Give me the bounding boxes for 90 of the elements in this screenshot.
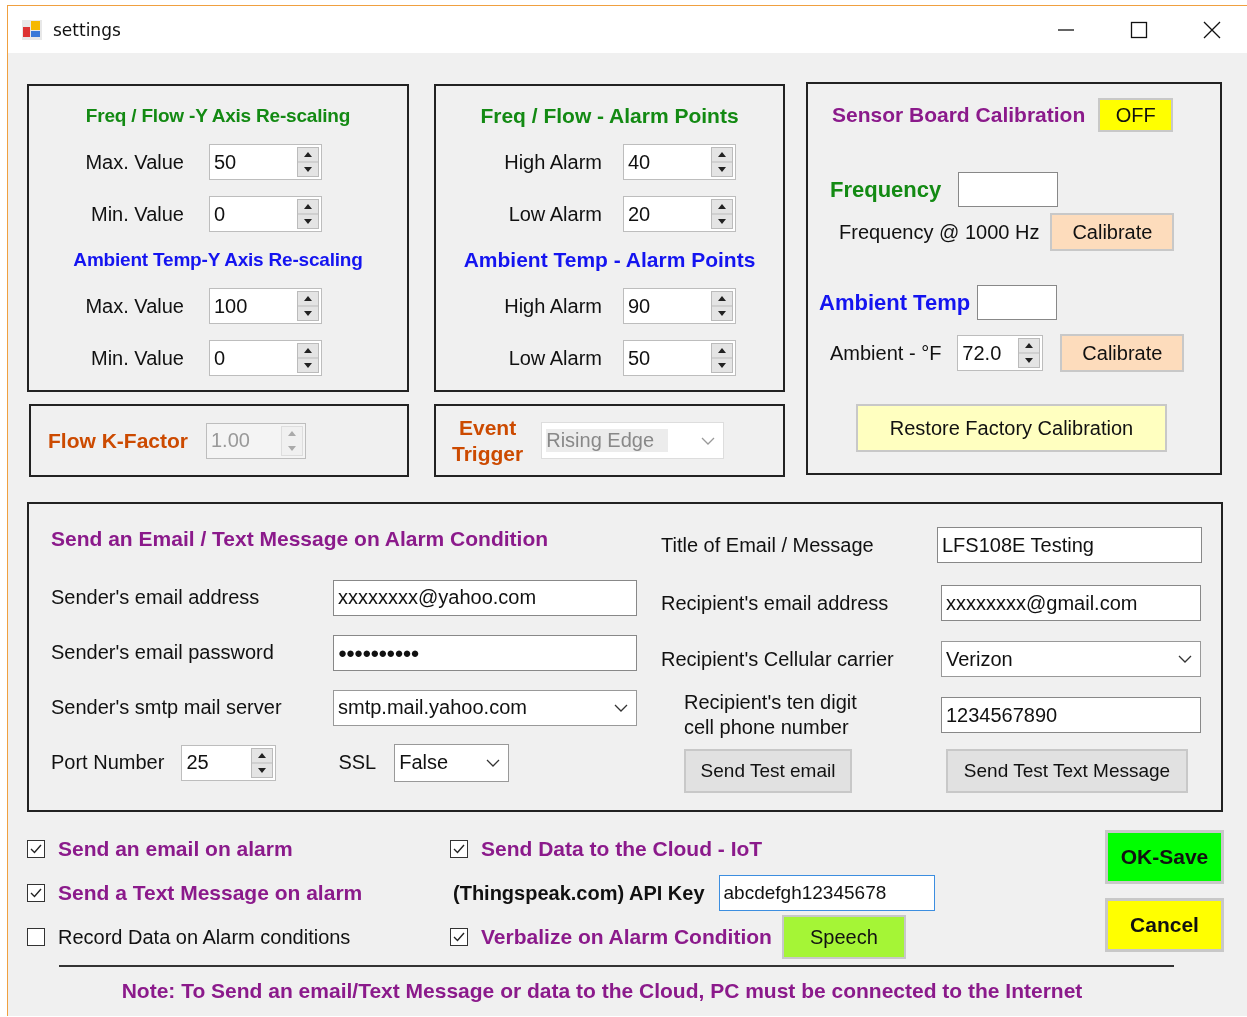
dropdown[interactable]: Verizon [941, 641, 1201, 677]
password-field[interactable]: ●●●●●●●●●● [333, 634, 637, 671]
input-field[interactable]: 1234567890 [941, 697, 1201, 733]
calibrate-button[interactable]: Calibrate [1050, 213, 1175, 251]
field-label: Max. Value [84, 294, 184, 318]
field-label: Recipient's ten digit cell phone number [683, 690, 858, 740]
checkbox[interactable] [450, 928, 468, 946]
chevron-down-icon [614, 703, 628, 712]
chevron-down-icon [1178, 655, 1192, 663]
spin-box[interactable]: 20 [623, 196, 736, 232]
spinner-arrows-icon [297, 343, 319, 373]
ambient-field[interactable] [977, 285, 1058, 320]
checkbox-label: Send a Text Message on alarm [58, 881, 363, 905]
input-field[interactable]: xxxxxxxx@yahoo.com [333, 579, 637, 616]
section-heading: Freq / Flow -Y Axis Re-scaling [84, 104, 352, 128]
toggle-button[interactable]: OFF [1098, 98, 1174, 132]
frequency-heading: Frequency [830, 176, 942, 203]
action-button[interactable]: Cancel [1105, 898, 1224, 952]
spinner-arrows-icon [297, 199, 319, 229]
field-label: Low Alarm [507, 202, 602, 226]
field-label: Recipient's Cellular carrier [661, 647, 895, 671]
speech-button[interactable]: Speech [781, 915, 906, 959]
field-label: Port Number [51, 751, 165, 774]
field-label: Sender's email address [51, 586, 261, 609]
input-field[interactable]: LFS108E Testing [937, 527, 1202, 563]
dropdown[interactable]: False [394, 743, 510, 782]
note-text: Note: To Send an email/Text Message or data to the Cloud, PC must be connected to the Internet [120, 979, 1084, 1003]
spinner-arrows-icon [711, 147, 733, 177]
checkbox[interactable] [27, 884, 45, 902]
calibrate-button[interactable]: Calibrate [1060, 334, 1185, 372]
spinner-arrows-icon [297, 291, 319, 321]
spinner-arrows-icon [711, 343, 733, 373]
maximize-icon[interactable] [1130, 20, 1148, 39]
section-heading: Freq / Flow - Alarm Points [479, 103, 740, 129]
chevron-down-icon [701, 436, 716, 445]
spin-box[interactable]: 0 [209, 196, 322, 232]
spin-box[interactable]: 90 [623, 288, 736, 324]
checkbox-label: Send an email on alarm [58, 837, 293, 861]
spin-box[interactable]: 100 [209, 288, 322, 324]
spin-box[interactable]: 50 [209, 144, 322, 180]
field-label: Recipient's email address [661, 591, 890, 615]
section-heading: Send an Email / Text Message on Alarm Condition [51, 527, 549, 551]
spinner-arrows-icon [281, 425, 303, 456]
spin-box[interactable]: 72.0 [957, 335, 1044, 371]
checkbox[interactable] [27, 928, 45, 946]
field-label: Low Alarm [507, 346, 602, 370]
dropdown[interactable]: smtp.mail.yahoo.com [333, 689, 637, 726]
spinner-arrows-icon [297, 147, 319, 177]
checkbox-label: Record Data on Alarm conditions [58, 925, 351, 949]
event-trigger-label: Event Trigger [452, 414, 524, 467]
ambient-heading: Ambient Temp [819, 289, 971, 316]
k-factor-label: Flow K-Factor [48, 428, 188, 453]
spin-box[interactable]: 0 [209, 340, 322, 376]
window-title: settings [53, 19, 121, 40]
calibration-title: Sensor Board Calibration [832, 103, 1086, 127]
send-test-button[interactable]: Send Test Text Message [946, 749, 1188, 793]
spinner-arrows-icon [711, 199, 733, 229]
field-label: High Alarm [503, 294, 602, 318]
spinner-arrows-icon [711, 291, 733, 321]
checkbox-label: Send Data to the Cloud - IoT [481, 837, 763, 861]
field-label: Min. Value [90, 202, 184, 226]
frequency-field[interactable] [958, 172, 1059, 207]
field-label: Title of Email / Message [661, 533, 875, 557]
spin-box[interactable]: 25 [181, 744, 277, 781]
field-label: Min. Value [90, 346, 184, 370]
field-label: Sender's email password [51, 641, 275, 664]
checkbox[interactable] [27, 840, 45, 858]
spin-box[interactable]: 50 [623, 340, 736, 376]
spin-box[interactable]: 40 [623, 144, 736, 180]
field-label: High Alarm [503, 150, 602, 174]
field-label: Sender's smtp mail server [51, 696, 283, 719]
send-test-button[interactable]: Send Test email [684, 749, 852, 793]
api-key-field[interactable]: abcdefgh12345678 [718, 875, 935, 911]
close-icon[interactable] [1203, 20, 1221, 39]
action-button[interactable]: OK-Save [1105, 830, 1224, 884]
restore-button[interactable]: Restore Factory Calibration [856, 404, 1167, 452]
spinner-arrows-icon [251, 747, 274, 778]
section-heading: Ambient Temp-Y Axis Re-scaling [72, 248, 364, 272]
field-label: Frequency @ 1000 Hz [839, 220, 1040, 244]
section-heading: Ambient Temp - Alarm Points [462, 247, 757, 273]
checkbox-label: Verbalize on Alarm Condition [481, 925, 772, 949]
api-key-label: (Thingspeak.com) API Key [453, 881, 705, 905]
app-icon [21, 18, 43, 41]
input-field[interactable]: xxxxxxxx@gmail.com [941, 585, 1201, 621]
checkbox[interactable] [450, 840, 468, 858]
field-label: Max. Value [84, 150, 184, 174]
chevron-down-icon [486, 758, 501, 767]
field-label: SSL [338, 751, 377, 774]
field-label: Ambient - °F [830, 341, 942, 365]
spinner-arrows-icon [1018, 338, 1041, 368]
